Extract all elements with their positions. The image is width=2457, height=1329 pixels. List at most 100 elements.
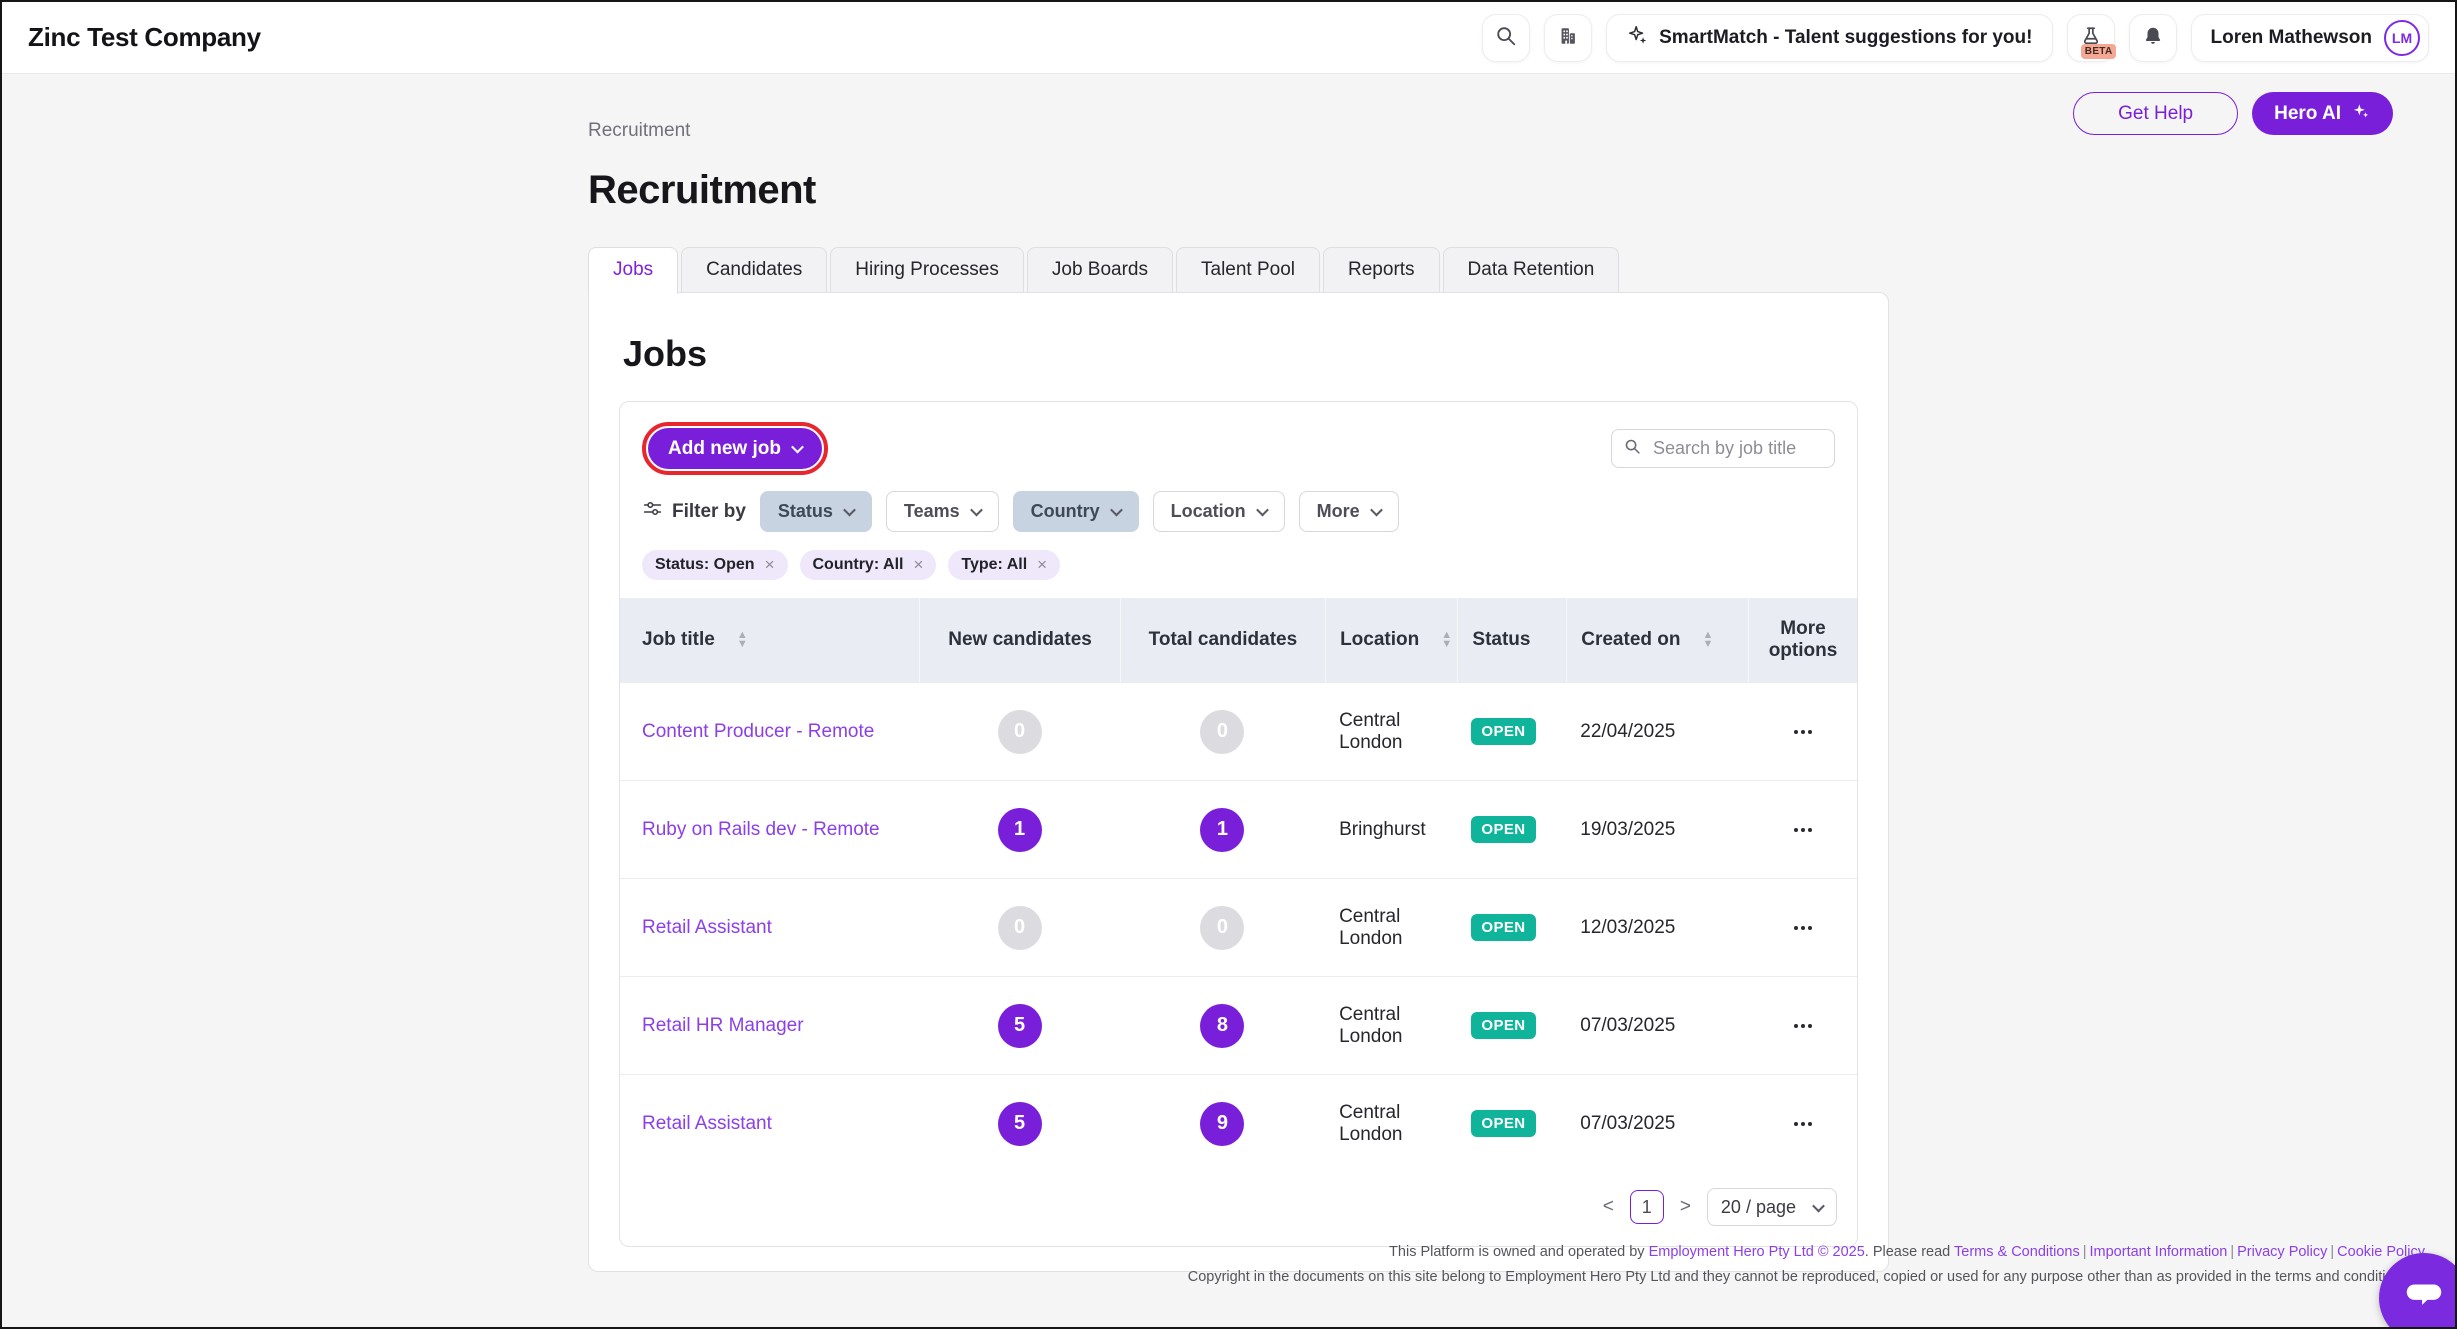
- page-size-value: 20 / page: [1721, 1197, 1796, 1218]
- add-new-job-button[interactable]: Add new job: [648, 428, 822, 469]
- filter-chip: Status: Open×: [642, 550, 788, 580]
- chip-label: Country: All: [813, 556, 904, 574]
- employment-hero-link[interactable]: Employment Hero Pty Ltd © 2025: [1649, 1244, 1865, 1260]
- user-menu[interactable]: Loren Mathewson LM: [2191, 14, 2429, 62]
- location-text: Central London: [1339, 1102, 1443, 1146]
- filter-label: Location: [1171, 501, 1246, 522]
- filter-status[interactable]: Status: [760, 491, 872, 532]
- sliders-icon: [642, 498, 663, 525]
- job-title-link[interactable]: Retail Assistant: [642, 1113, 772, 1135]
- new-candidates-badge[interactable]: 5: [998, 1102, 1042, 1146]
- tab-jobs[interactable]: Jobs: [588, 247, 678, 294]
- more-options-button[interactable]: [1801, 1024, 1805, 1028]
- tab-candidates[interactable]: Candidates: [681, 247, 827, 292]
- search-icon: [1624, 438, 1641, 460]
- new-candidates-badge[interactable]: 0: [998, 710, 1042, 754]
- filter-country[interactable]: Country: [1013, 491, 1139, 532]
- total-candidates-badge[interactable]: 0: [1200, 906, 1244, 950]
- page-size-select[interactable]: 20 / page: [1707, 1188, 1837, 1226]
- search-input[interactable]: [1651, 437, 1822, 460]
- tab-hiring-processes[interactable]: Hiring Processes: [830, 247, 1024, 292]
- close-icon[interactable]: ×: [913, 555, 923, 575]
- location-text: Central London: [1339, 710, 1443, 754]
- close-icon[interactable]: ×: [765, 555, 775, 575]
- table-row: Retail Assistant 5 9 Central London OPEN…: [620, 1074, 1857, 1172]
- column-location: Location: [1325, 598, 1457, 682]
- app-window: Zinc Test Company SmartMatch - Talent su…: [0, 0, 2457, 1329]
- more-options-button[interactable]: [1801, 828, 1805, 832]
- search-button[interactable]: [1482, 14, 1530, 62]
- organisation-button[interactable]: [1544, 14, 1592, 62]
- hero-ai-button[interactable]: Hero AI: [2252, 92, 2393, 135]
- filter-location[interactable]: Location: [1153, 491, 1285, 532]
- top-bar-actions: SmartMatch - Talent suggestions for you!…: [1482, 14, 2429, 62]
- location-text: Bringhurst: [1339, 819, 1426, 841]
- tab-talent-pool[interactable]: Talent Pool: [1176, 247, 1320, 292]
- created-on-text: 22/04/2025: [1580, 721, 1675, 743]
- terms-link[interactable]: Terms & Conditions: [1954, 1244, 2080, 1260]
- table-row: Content Producer - Remote 0 0 Central Lo…: [620, 682, 1857, 780]
- jobs-list-container: Add new job: [619, 401, 1858, 1247]
- sort-icon[interactable]: [1441, 631, 1452, 649]
- new-candidates-badge[interactable]: 5: [998, 1004, 1042, 1048]
- filter-more[interactable]: More: [1299, 491, 1399, 532]
- tab-reports[interactable]: Reports: [1323, 247, 1440, 292]
- chevron-down-icon: [1110, 504, 1123, 517]
- notifications-button[interactable]: [2129, 14, 2177, 62]
- created-on-text: 07/03/2025: [1580, 1113, 1675, 1135]
- tab-job-boards[interactable]: Job Boards: [1027, 247, 1173, 292]
- separator: |: [2227, 1244, 2237, 1260]
- company-name: Zinc Test Company: [28, 22, 261, 53]
- chevron-down-icon: [1256, 504, 1269, 517]
- total-candidates-badge[interactable]: 0: [1200, 710, 1244, 754]
- footer-text: . Please read: [1865, 1244, 1954, 1260]
- job-title-link[interactable]: Retail Assistant: [642, 917, 772, 939]
- more-options-button[interactable]: [1801, 926, 1805, 930]
- important-information-link[interactable]: Important Information: [2090, 1244, 2228, 1260]
- page-number[interactable]: 1: [1630, 1190, 1664, 1224]
- status-badge: OPEN: [1471, 1012, 1535, 1039]
- table-header: Job title New candidates Total candidate…: [620, 598, 1857, 682]
- footer-line-1: This Platform is owned and operated by E…: [665, 1240, 2425, 1265]
- pagination: < 1 > 20 / page: [620, 1172, 1857, 1246]
- tab-bar: Jobs Candidates Hiring Processes Job Boa…: [588, 247, 1889, 292]
- total-candidates-badge[interactable]: 8: [1200, 1004, 1244, 1048]
- filter-teams[interactable]: Teams: [886, 491, 999, 532]
- next-page-button[interactable]: >: [1676, 1196, 1695, 1218]
- chat-icon: [2401, 1273, 2447, 1324]
- separator: |: [2327, 1244, 2337, 1260]
- get-help-button[interactable]: Get Help: [2073, 92, 2238, 135]
- job-title-link[interactable]: Ruby on Rails dev - Remote: [642, 819, 880, 841]
- tab-data-retention[interactable]: Data Retention: [1443, 247, 1620, 292]
- sort-icon[interactable]: [1703, 631, 1714, 649]
- job-title-link[interactable]: Retail HR Manager: [642, 1015, 804, 1037]
- filter-row: Filter by Status Teams Country Location: [620, 489, 1857, 532]
- breadcrumb[interactable]: Recruitment: [588, 120, 1889, 142]
- top-bar: Zinc Test Company SmartMatch - Talent su…: [2, 2, 2455, 74]
- more-options-button[interactable]: [1801, 730, 1805, 734]
- column-created-on: Created on: [1566, 598, 1748, 682]
- total-candidates-badge[interactable]: 1: [1200, 808, 1244, 852]
- privacy-policy-link[interactable]: Privacy Policy: [2237, 1244, 2327, 1260]
- new-candidates-badge[interactable]: 1: [998, 808, 1042, 852]
- more-options-button[interactable]: [1801, 1122, 1805, 1126]
- previous-page-button[interactable]: <: [1599, 1196, 1618, 1218]
- annotation-highlight: Add new job: [642, 422, 828, 475]
- total-candidates-badge[interactable]: 9: [1200, 1102, 1244, 1146]
- filter-by-label: Filter by: [672, 501, 746, 523]
- legal-footer: This Platform is owned and operated by E…: [665, 1240, 2425, 1290]
- sort-icon[interactable]: [737, 631, 748, 649]
- close-icon[interactable]: ×: [1037, 555, 1047, 575]
- new-candidates-badge[interactable]: 0: [998, 906, 1042, 950]
- building-icon: [1557, 25, 1579, 50]
- chevron-down-icon: [791, 441, 804, 454]
- smartmatch-button[interactable]: SmartMatch - Talent suggestions for you!: [1606, 14, 2053, 62]
- main-content: Recruitment Recruitment Jobs Candidates …: [588, 74, 1889, 1272]
- jobs-panel: Jobs Add new job: [588, 292, 1889, 1272]
- status-badge: OPEN: [1471, 914, 1535, 941]
- labs-button[interactable]: BETA: [2067, 14, 2115, 62]
- filter-label: Country: [1031, 501, 1100, 522]
- created-on-text: 19/03/2025: [1580, 819, 1675, 841]
- help-actions: Get Help Hero AI: [2073, 92, 2393, 135]
- job-title-link[interactable]: Content Producer - Remote: [642, 721, 874, 743]
